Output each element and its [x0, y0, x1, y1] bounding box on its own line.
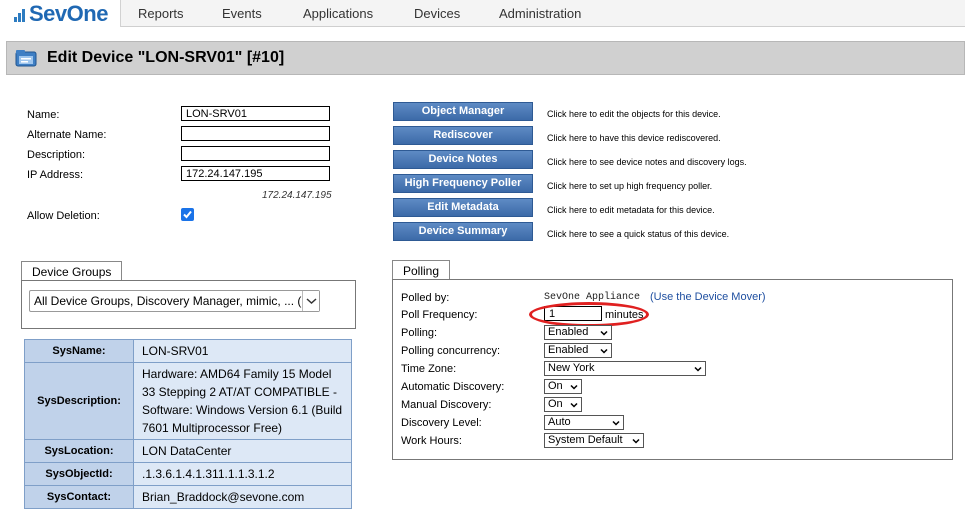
logo-text: SevOne [29, 1, 108, 26]
automatic-discovery-select[interactable]: On [544, 379, 582, 394]
sysinfo-table: SysName: LON-SRV01 SysDescription: Hardw… [24, 339, 352, 509]
discovery-level-value: Auto [548, 416, 571, 428]
manual-discovery-label: Manual Discovery: [401, 399, 492, 411]
resolved-ip-text: 172.24.147.195 [262, 190, 332, 201]
automatic-discovery-value: On [548, 380, 563, 392]
discovery-level-label: Discovery Level: [401, 417, 482, 429]
chevron-down-icon [570, 384, 578, 390]
page-root: SevOne Reports Events Applications Devic… [0, 0, 965, 531]
polling-concurrency-label: Polling concurrency: [401, 345, 501, 357]
syslocation-key: SysLocation: [24, 439, 134, 463]
polled-by-label: Polled by: [401, 292, 450, 304]
edit-metadata-button[interactable]: Edit Metadata [393, 198, 533, 217]
page-title-bar: Edit Device "LON-SRV01" [#10] [6, 41, 965, 75]
sysdescription-key: SysDescription: [24, 362, 134, 440]
rediscover-desc: Click here to have this device rediscove… [547, 133, 721, 143]
device-notes-button[interactable]: Device Notes [393, 150, 533, 169]
ip-address-field[interactable] [181, 166, 330, 181]
page-title: Edit Device "LON-SRV01" [#10] [47, 49, 285, 66]
name-label: Name: [27, 109, 60, 121]
high-frequency-poller-desc: Click here to set up high frequency poll… [547, 181, 713, 191]
polling-label: Polling: [401, 327, 438, 339]
polling-concurrency-select[interactable]: Enabled [544, 343, 612, 358]
sysobjectid-value: .1.3.6.1.4.1.311.1.1.3.1.2 [133, 462, 352, 486]
object-manager-desc: Click here to edit the objects for this … [547, 109, 721, 119]
alternate-name-label: Alternate Name: [27, 129, 107, 141]
nav-administration[interactable]: Administration [499, 6, 581, 21]
sysname-key: SysName: [24, 339, 134, 363]
manual-discovery-value: On [548, 398, 563, 410]
time-zone-value: New York [548, 362, 595, 374]
device-groups-select[interactable]: All Device Groups, Discovery Manager, mi… [29, 290, 320, 312]
allow-deletion-label: Allow Deletion: [27, 210, 100, 222]
object-manager-button[interactable]: Object Manager [393, 102, 533, 121]
folder-edit-icon [15, 49, 37, 67]
edit-metadata-desc: Click here to edit metadata for this dev… [547, 205, 715, 215]
device-summary-button[interactable]: Device Summary [393, 222, 533, 241]
automatic-discovery-label: Automatic Discovery: [401, 381, 505, 393]
table-row: SysDescription: Hardware: AMD64 Family 1… [24, 362, 352, 440]
highlight-circle [529, 302, 649, 327]
allow-deletion-checkbox[interactable] [181, 208, 194, 221]
table-row: SysLocation: LON DataCenter [24, 439, 352, 463]
nav-reports[interactable]: Reports [138, 6, 184, 21]
tab-polling[interactable]: Polling [392, 260, 451, 280]
work-hours-value: System Default [548, 434, 623, 446]
tab-device-groups[interactable]: Device Groups [21, 261, 123, 281]
work-hours-label: Work Hours: [401, 435, 462, 447]
discovery-level-select[interactable]: Auto [544, 415, 624, 430]
chevron-down-icon [570, 402, 578, 408]
high-frequency-poller-button[interactable]: High Frequency Poller [393, 174, 533, 193]
device-summary-desc: Click here to see a quick status of this… [547, 229, 730, 239]
polling-select[interactable]: Enabled [544, 325, 612, 340]
rediscover-button[interactable]: Rediscover [393, 126, 533, 145]
sysname-value: LON-SRV01 [133, 339, 352, 363]
work-hours-select[interactable]: System Default [544, 433, 644, 448]
device-mover-link[interactable]: (Use the Device Mover) [650, 291, 766, 303]
chevron-down-icon [694, 366, 702, 372]
table-row: SysObjectId: .1.3.6.1.4.1.311.1.1.3.1.2 [24, 462, 352, 486]
name-field[interactable] [181, 106, 330, 121]
poll-frequency-label: Poll Frequency: [401, 309, 478, 321]
chevron-down-icon [600, 330, 608, 336]
ip-address-label: IP Address: [27, 169, 84, 181]
description-label: Description: [27, 149, 86, 161]
chevron-down-icon [632, 438, 640, 444]
manual-discovery-select[interactable]: On [544, 397, 582, 412]
chevron-down-icon[interactable] [302, 291, 319, 311]
logo-bars-icon [14, 8, 28, 22]
alternate-name-field[interactable] [181, 126, 330, 141]
table-row: SysName: LON-SRV01 [24, 339, 352, 363]
syscontact-value: Brian_Braddock@sevone.com [133, 485, 352, 509]
syslocation-value: LON DataCenter [133, 439, 352, 463]
chevron-down-icon [612, 420, 620, 426]
syscontact-key: SysContact: [24, 485, 134, 509]
device-notes-desc: Click here to see device notes and disco… [547, 157, 747, 167]
sysobjectid-key: SysObjectId: [24, 462, 134, 486]
polling-concurrency-value: Enabled [548, 344, 589, 356]
nav-events[interactable]: Events [222, 6, 262, 21]
nav-applications[interactable]: Applications [303, 6, 373, 21]
nav-devices[interactable]: Devices [414, 6, 460, 21]
table-row: SysContact: Brian_Braddock@sevone.com [24, 485, 352, 509]
polling-select-value: Enabled [548, 326, 589, 338]
sysdescription-value: Hardware: AMD64 Family 15 Model 33 Stepp… [133, 362, 352, 440]
sevone-logo[interactable]: SevOne [0, 0, 121, 27]
description-field[interactable] [181, 146, 330, 161]
checkmark-icon [183, 210, 192, 219]
chevron-down-icon [600, 348, 608, 354]
top-nav-bar: SevOne Reports Events Applications Devic… [0, 0, 965, 27]
time-zone-select[interactable]: New York [544, 361, 706, 376]
time-zone-label: Time Zone: [401, 363, 457, 375]
